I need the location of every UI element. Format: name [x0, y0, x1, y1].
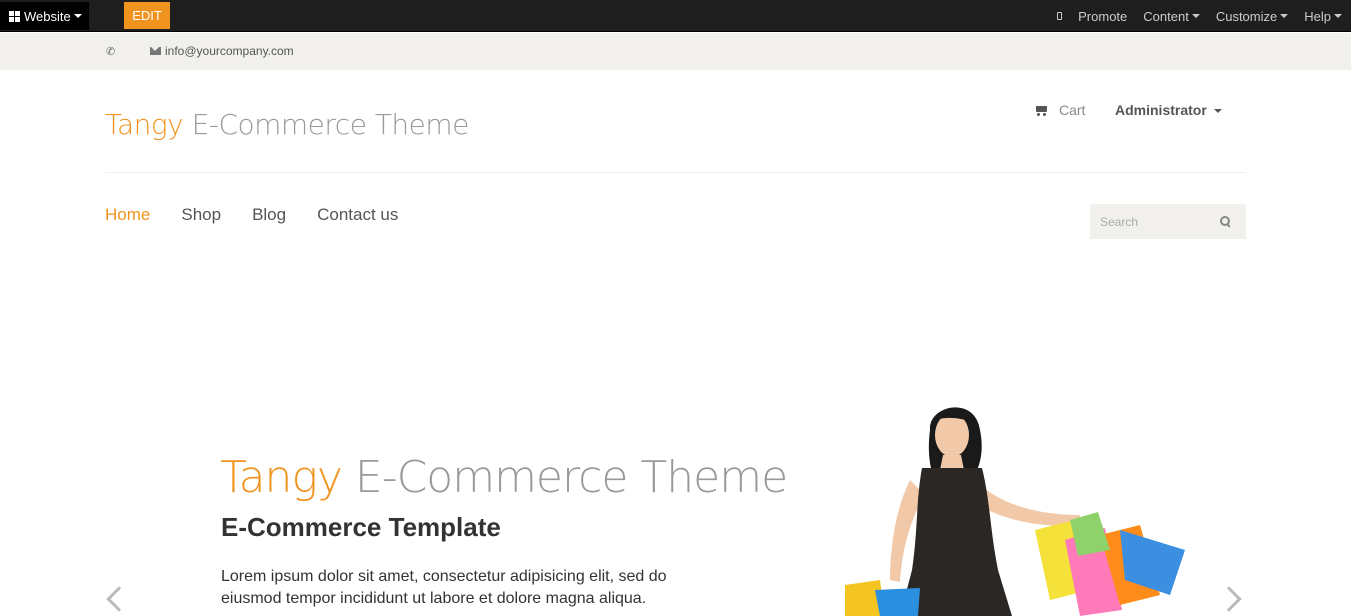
phone-icon: ✆: [106, 46, 116, 58]
site-logo[interactable]: Tangy E-Commerce Theme: [105, 108, 469, 141]
search-icon[interactable]: [1220, 216, 1230, 226]
caret-down-icon: [1191, 14, 1200, 18]
caret-down-icon: [1280, 14, 1289, 18]
caret-down-icon: [1334, 14, 1342, 18]
search-box: [1090, 204, 1246, 239]
main-nav: Home Shop Blog Contact us: [105, 205, 429, 225]
hero-woman-shopping-image: [845, 407, 1185, 616]
envelope-icon: [150, 47, 161, 55]
user-name: Administrator: [1115, 102, 1207, 118]
hero-subtitle: E-Commerce Template: [221, 512, 501, 542]
nav-item-blog[interactable]: Blog: [252, 205, 286, 225]
edit-button[interactable]: EDIT: [124, 2, 170, 29]
apps-grid-icon: [9, 10, 20, 22]
help-menu[interactable]: Help: [1304, 9, 1342, 24]
help-label: Help: [1304, 8, 1331, 24]
promote-label: Promote: [1078, 8, 1128, 24]
email-text: info@yourcompany.com: [165, 44, 294, 58]
contact-bar: ✆ info@yourcompany.com: [0, 33, 1351, 70]
promote-menu[interactable]: Promote: [1078, 9, 1127, 24]
admin-bar: Website EDIT Promote Content Customize H…: [0, 0, 1351, 32]
cart-label: Cart: [1059, 102, 1086, 118]
caret-down-icon: [73, 14, 82, 18]
content-label: Content: [1143, 8, 1189, 24]
customize-menu[interactable]: Customize: [1215, 8, 1289, 24]
header-divider: [105, 172, 1246, 173]
website-menu-button[interactable]: Website: [0, 2, 89, 30]
cart-link[interactable]: Cart: [1035, 102, 1085, 118]
nav-item-shop[interactable]: Shop: [181, 205, 221, 225]
nav-item-home[interactable]: Home: [105, 205, 150, 225]
mobile-icon: [1057, 12, 1063, 20]
search-input[interactable]: [1090, 204, 1210, 239]
hero-title: Tangy E-Commerce Theme: [220, 452, 788, 503]
carousel-next-arrow-icon[interactable]: [1216, 586, 1242, 612]
nav-item-contact[interactable]: Contact us: [317, 205, 398, 225]
carousel-prev-arrow-icon[interactable]: [106, 586, 132, 612]
customize-label: Customize: [1215, 8, 1278, 24]
email-link[interactable]: info@yourcompany.com: [150, 44, 294, 58]
hero-title-rest: E-Commerce Theme: [354, 452, 788, 503]
content-menu[interactable]: Content: [1143, 9, 1200, 24]
logo-accent: Tangy: [105, 108, 184, 141]
hero-text: Lorem ipsum dolor sit amet, consectetur …: [221, 568, 667, 607]
admin-menu: Promote Content Customize Help: [1041, 0, 1342, 32]
website-menu-label: Website: [24, 8, 71, 24]
user-menu[interactable]: Administrator: [1115, 102, 1222, 118]
caret-down-icon: [1213, 109, 1222, 114]
hero-title-accent: Tangy: [220, 452, 343, 503]
mobile-preview-button[interactable]: [1057, 12, 1063, 20]
shopping-cart-icon: [1035, 105, 1048, 116]
logo-rest: E-Commerce Theme: [191, 108, 470, 141]
